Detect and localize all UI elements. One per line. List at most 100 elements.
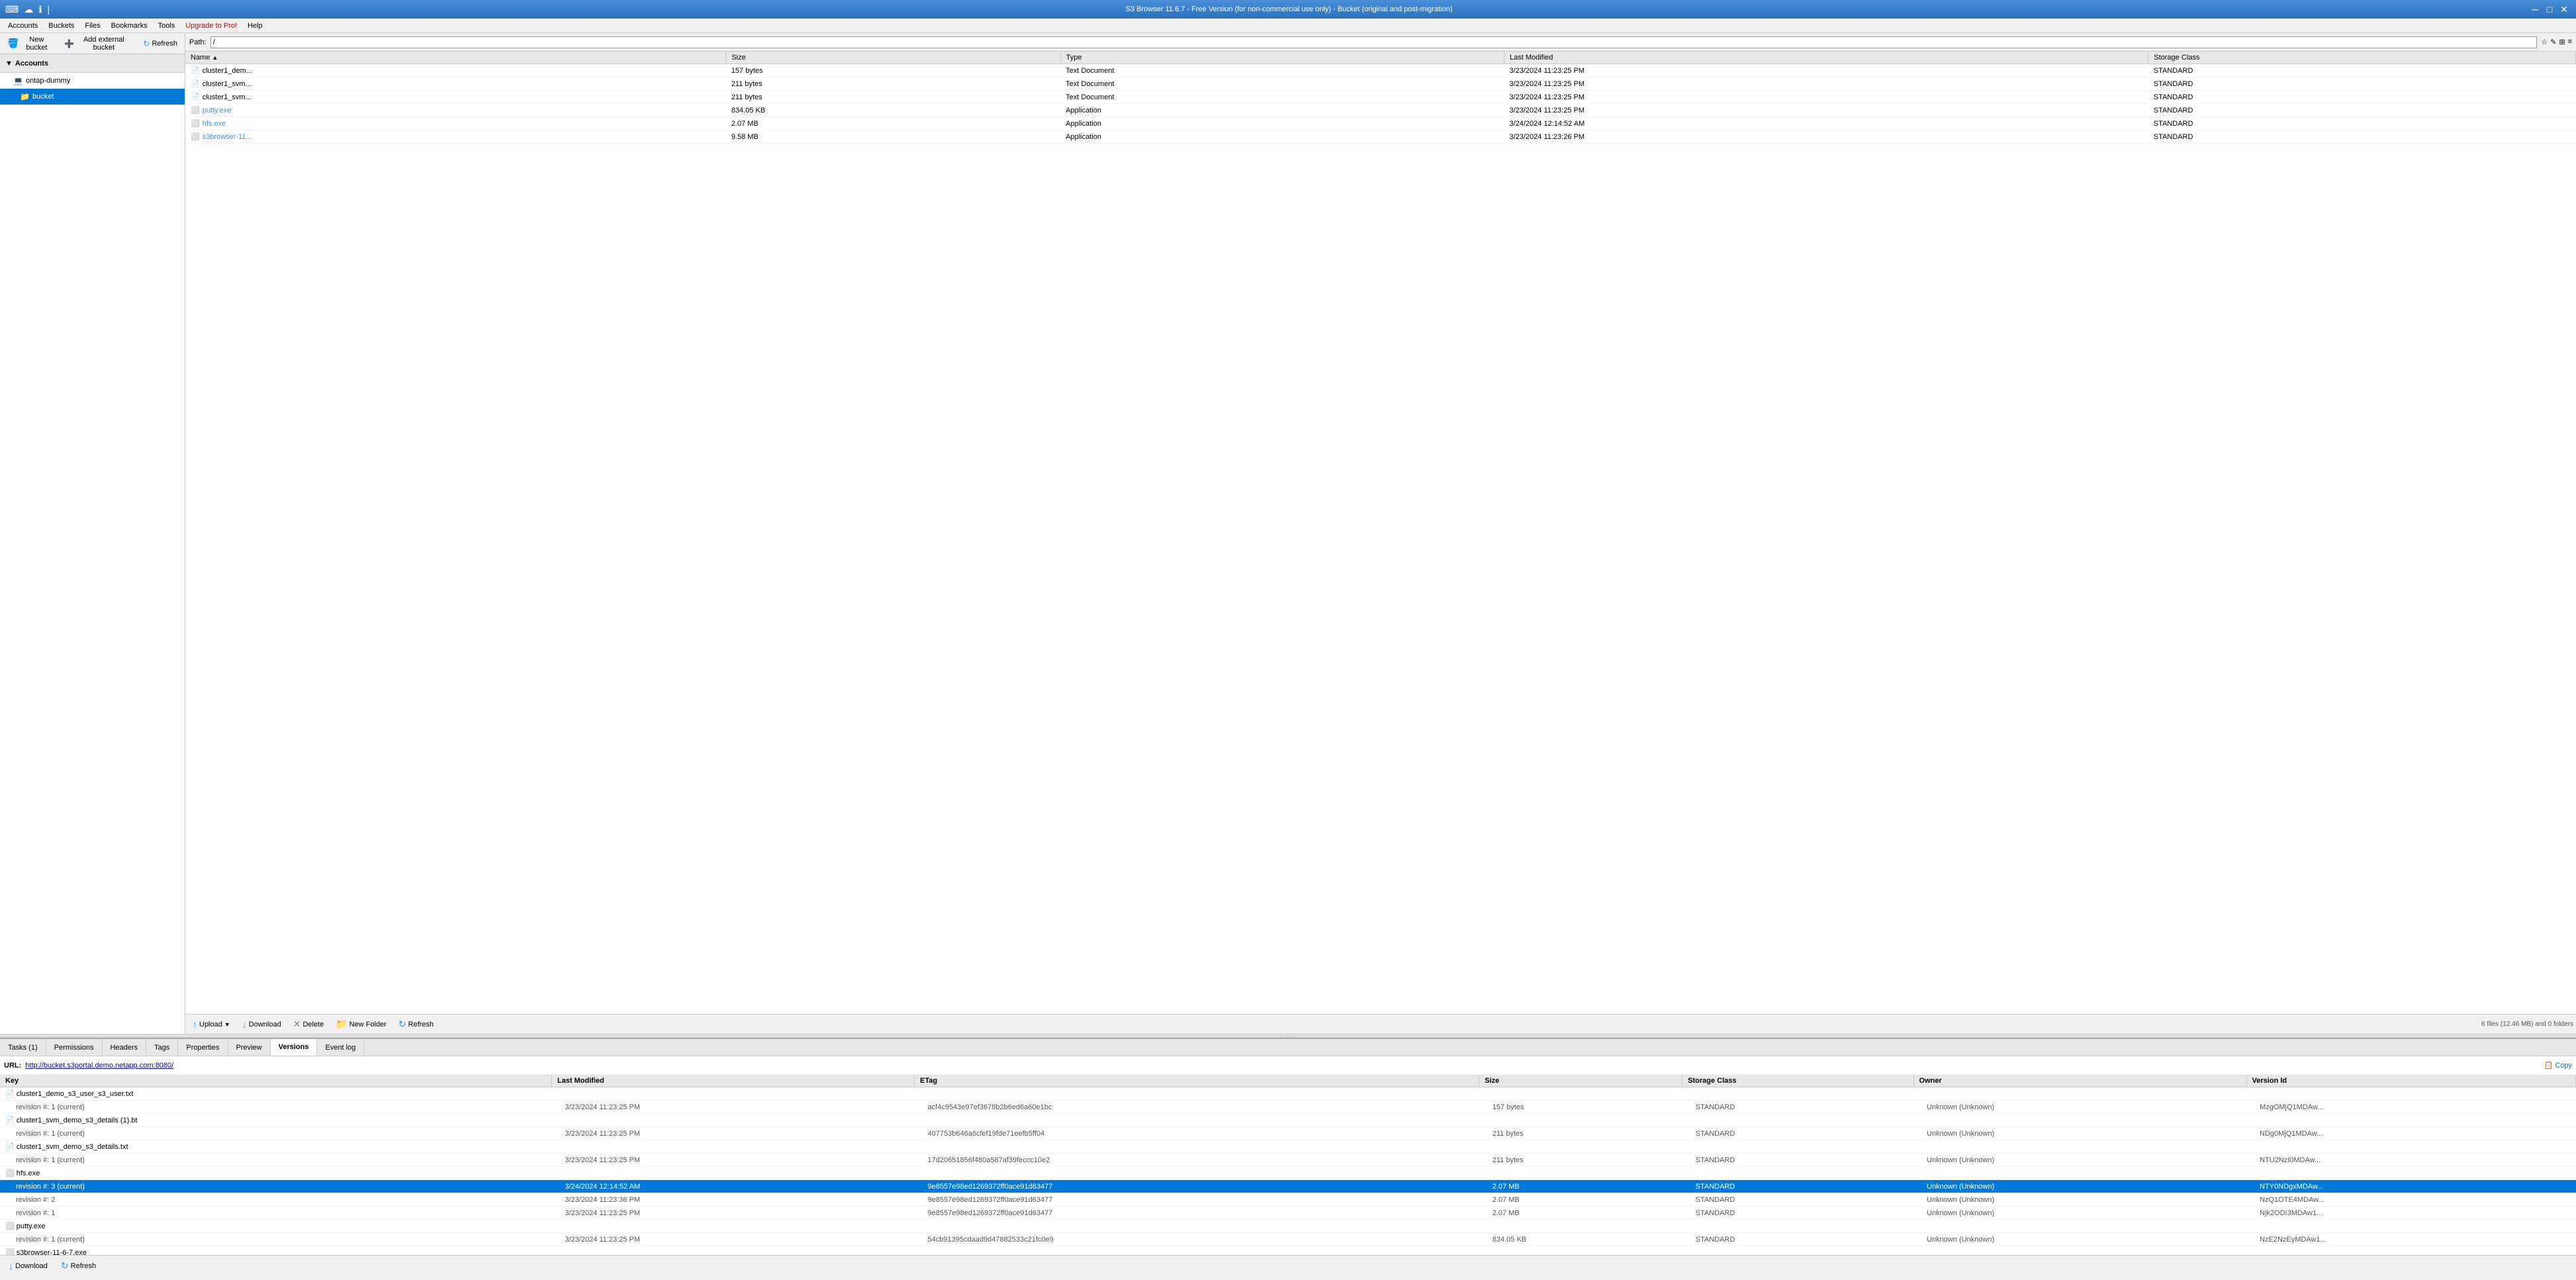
- vcol-key[interactable]: Key: [0, 1075, 551, 1087]
- tab-headers[interactable]: Headers: [103, 1039, 147, 1056]
- close-button[interactable]: ✕: [2557, 3, 2571, 16]
- bucket-label: bucket: [32, 93, 54, 101]
- tab-properties[interactable]: Properties: [178, 1039, 228, 1056]
- sidebar-refresh-icon: ↻: [143, 39, 150, 48]
- file-refresh-button[interactable]: ↻ Refresh: [394, 1017, 438, 1032]
- tab-versions[interactable]: Versions: [271, 1039, 318, 1056]
- upload-dropdown-icon[interactable]: ▼: [224, 1021, 230, 1028]
- file-icon-exe2: ⬜ hfs.exe: [191, 119, 226, 128]
- file-list: Name ▲ Size Type Last Modified Storage C…: [185, 52, 2576, 1014]
- table-row[interactable]: ⬜ hfs.exe 2.07 MB Application 3/24/2024 …: [185, 117, 2576, 130]
- col-storage[interactable]: Storage Class: [2148, 52, 2576, 64]
- sidebar-item-bucket[interactable]: 📁 bucket: [0, 89, 185, 105]
- accounts-label: Accounts: [15, 60, 48, 68]
- vcol-size[interactable]: Size: [1479, 1075, 1682, 1087]
- table-row[interactable]: revision #: 2 3/23/2024 11:23:36 PM 9e85…: [0, 1193, 2576, 1207]
- delete-icon: ✕: [293, 1019, 301, 1030]
- add-external-bucket-button[interactable]: ➕ Add external bucket: [60, 34, 136, 54]
- delete-button[interactable]: ✕ Delete: [289, 1017, 329, 1032]
- table-row[interactable]: 📄 cluster1_dem... 157 bytes Text Documen…: [185, 64, 2576, 77]
- versions-refresh-button[interactable]: ↻ Refresh: [56, 1258, 101, 1273]
- table-row[interactable]: ⬜ putty.exe: [0, 1220, 2576, 1233]
- table-row[interactable]: 📄 cluster1_demo_s3_user_s3_user.txt: [0, 1087, 2576, 1101]
- new-bucket-icon: 🪣: [7, 38, 19, 49]
- new-folder-icon: 📁: [336, 1019, 347, 1030]
- star-icon[interactable]: ☆: [2541, 38, 2548, 46]
- url-value[interactable]: http://bucket.s3portal.demo.netapp.com:8…: [25, 1062, 173, 1070]
- bottom-panel: Tasks (1) Permissions Headers Tags Prope…: [0, 1038, 2576, 1276]
- sidebar-toolbar: 🪣 New bucket ➕ Add external bucket ↻ Ref…: [0, 33, 185, 54]
- sidebar-refresh-button[interactable]: ↻ Refresh: [138, 37, 182, 50]
- file-table-header: Name ▲ Size Type Last Modified Storage C…: [185, 52, 2576, 64]
- table-row[interactable]: 📄 cluster1_svm... 211 bytes Text Documen…: [185, 77, 2576, 91]
- new-folder-button[interactable]: 📁 New Folder: [331, 1017, 391, 1032]
- menu-bookmarks[interactable]: Bookmarks: [106, 21, 153, 31]
- ontap-dummy-label: ontap-dummy: [26, 77, 70, 85]
- col-size[interactable]: Size: [726, 52, 1060, 64]
- tab-eventlog[interactable]: Event log: [317, 1039, 364, 1056]
- minimize-button[interactable]: ─: [2528, 3, 2542, 16]
- file-table: Name ▲ Size Type Last Modified Storage C…: [185, 52, 2576, 144]
- col-modified[interactable]: Last Modified: [1504, 52, 2148, 64]
- tab-tags[interactable]: Tags: [146, 1039, 178, 1056]
- vcol-etag[interactable]: ETag: [915, 1075, 1479, 1087]
- table-row[interactable]: ⬜ putty.exe 834.05 KB Application 3/23/2…: [185, 104, 2576, 117]
- new-bucket-button[interactable]: 🪣 New bucket: [3, 34, 57, 54]
- vcol-modified[interactable]: Last Modified: [551, 1075, 914, 1087]
- menu-tools[interactable]: Tools: [153, 21, 181, 31]
- versions-action-toolbar: ↓ Download ↻ Refresh: [0, 1255, 2576, 1276]
- sidebar-item-ontap-dummy[interactable]: 💻 ontap-dummy: [0, 73, 185, 89]
- menu-upgrade[interactable]: Upgrade to Pro!: [180, 21, 242, 31]
- table-row[interactable]: ⬜ s3browser-11-6-7.exe: [0, 1246, 2576, 1256]
- copy-button[interactable]: 📋 Copy: [2544, 1061, 2572, 1070]
- upload-icon: ↑: [193, 1019, 197, 1030]
- keyboard-icon[interactable]: ⌨: [5, 4, 19, 15]
- table-row[interactable]: ⬜ hfs.exe: [0, 1167, 2576, 1180]
- file-icon-doc3: 📄 cluster1_svm...: [191, 93, 252, 101]
- col-type[interactable]: Type: [1060, 52, 1504, 64]
- table-row[interactable]: 📄 cluster1_svm... 211 bytes Text Documen…: [185, 91, 2576, 104]
- table-row[interactable]: 📄 cluster1_svm_demo_s3_details (1).bt: [0, 1114, 2576, 1127]
- table-row[interactable]: revision #: 1 (current) 3/23/2024 11:23:…: [0, 1101, 2576, 1114]
- menu-help[interactable]: Help: [242, 21, 268, 31]
- table-row[interactable]: 📄 cluster1_svm_demo_s3_details.txt: [0, 1140, 2576, 1154]
- menu-files[interactable]: Files: [79, 21, 105, 31]
- bucket-icon: 📁: [20, 92, 30, 101]
- filter-icon[interactable]: ⊞: [2559, 38, 2565, 46]
- file-area: Path: ☆ ✎ ⊞ ≡ Name ▲: [185, 33, 2576, 1034]
- file-icon-exe1: ⬜ putty.exe: [191, 106, 232, 114]
- cloud-icon[interactable]: ☁: [24, 4, 33, 15]
- file-row-icon: ⬜: [5, 1169, 15, 1177]
- filter2-icon[interactable]: ≡: [2568, 38, 2572, 46]
- table-row[interactable]: revision #: 1 3/23/2024 11:23:25 PM 9e85…: [0, 1207, 2576, 1220]
- upload-button[interactable]: ↑ Upload ▼: [188, 1017, 235, 1032]
- maximize-button[interactable]: □: [2543, 3, 2556, 16]
- versions-download-button[interactable]: ↓ Download: [4, 1259, 52, 1273]
- table-row[interactable]: revision #: 3 (current) 3/24/2024 12:14:…: [0, 1180, 2576, 1193]
- table-row[interactable]: revision #: 1 (current) 3/23/2024 11:23:…: [0, 1127, 2576, 1140]
- table-row[interactable]: revision #: 1 (current) 3/23/2024 11:23:…: [0, 1154, 2576, 1167]
- vcol-versionid[interactable]: Version Id: [2246, 1075, 2575, 1087]
- info-icon[interactable]: ℹ: [38, 4, 42, 15]
- tab-permissions[interactable]: Permissions: [46, 1039, 103, 1056]
- tab-preview[interactable]: Preview: [228, 1039, 271, 1056]
- window-controls[interactable]: ─ □ ✕: [2528, 3, 2571, 16]
- menu-accounts[interactable]: Accounts: [3, 21, 43, 31]
- file-icon-doc2: 📄 cluster1_svm...: [191, 79, 252, 88]
- vcol-owner[interactable]: Owner: [1913, 1075, 2246, 1087]
- versions-header-row: Key Last Modified ETag Size Storage Clas…: [0, 1075, 2576, 1087]
- app-title: S3 Browser 11.6.7 - Free Version (for no…: [50, 5, 2528, 13]
- path-input[interactable]: [210, 36, 2538, 48]
- col-name[interactable]: Name ▲: [185, 52, 726, 64]
- table-row[interactable]: ⬜ s3browser-11... 9.58 MB Application 3/…: [185, 130, 2576, 144]
- versions-refresh-icon: ↻: [61, 1260, 69, 1271]
- vcol-storage[interactable]: Storage Class: [1682, 1075, 1913, 1087]
- menu-buckets[interactable]: Buckets: [43, 21, 79, 31]
- tab-tasks[interactable]: Tasks (1): [0, 1039, 46, 1056]
- download-button[interactable]: ↓ Download: [238, 1017, 286, 1032]
- sidebar-accounts-section[interactable]: ▼ Accounts: [0, 54, 185, 73]
- add-external-label: Add external bucket: [76, 36, 131, 52]
- file-row-icon: 📄: [5, 1117, 15, 1124]
- table-row[interactable]: revision #: 1 (current) 3/23/2024 11:23:…: [0, 1233, 2576, 1246]
- edit-icon[interactable]: ✎: [2550, 38, 2556, 46]
